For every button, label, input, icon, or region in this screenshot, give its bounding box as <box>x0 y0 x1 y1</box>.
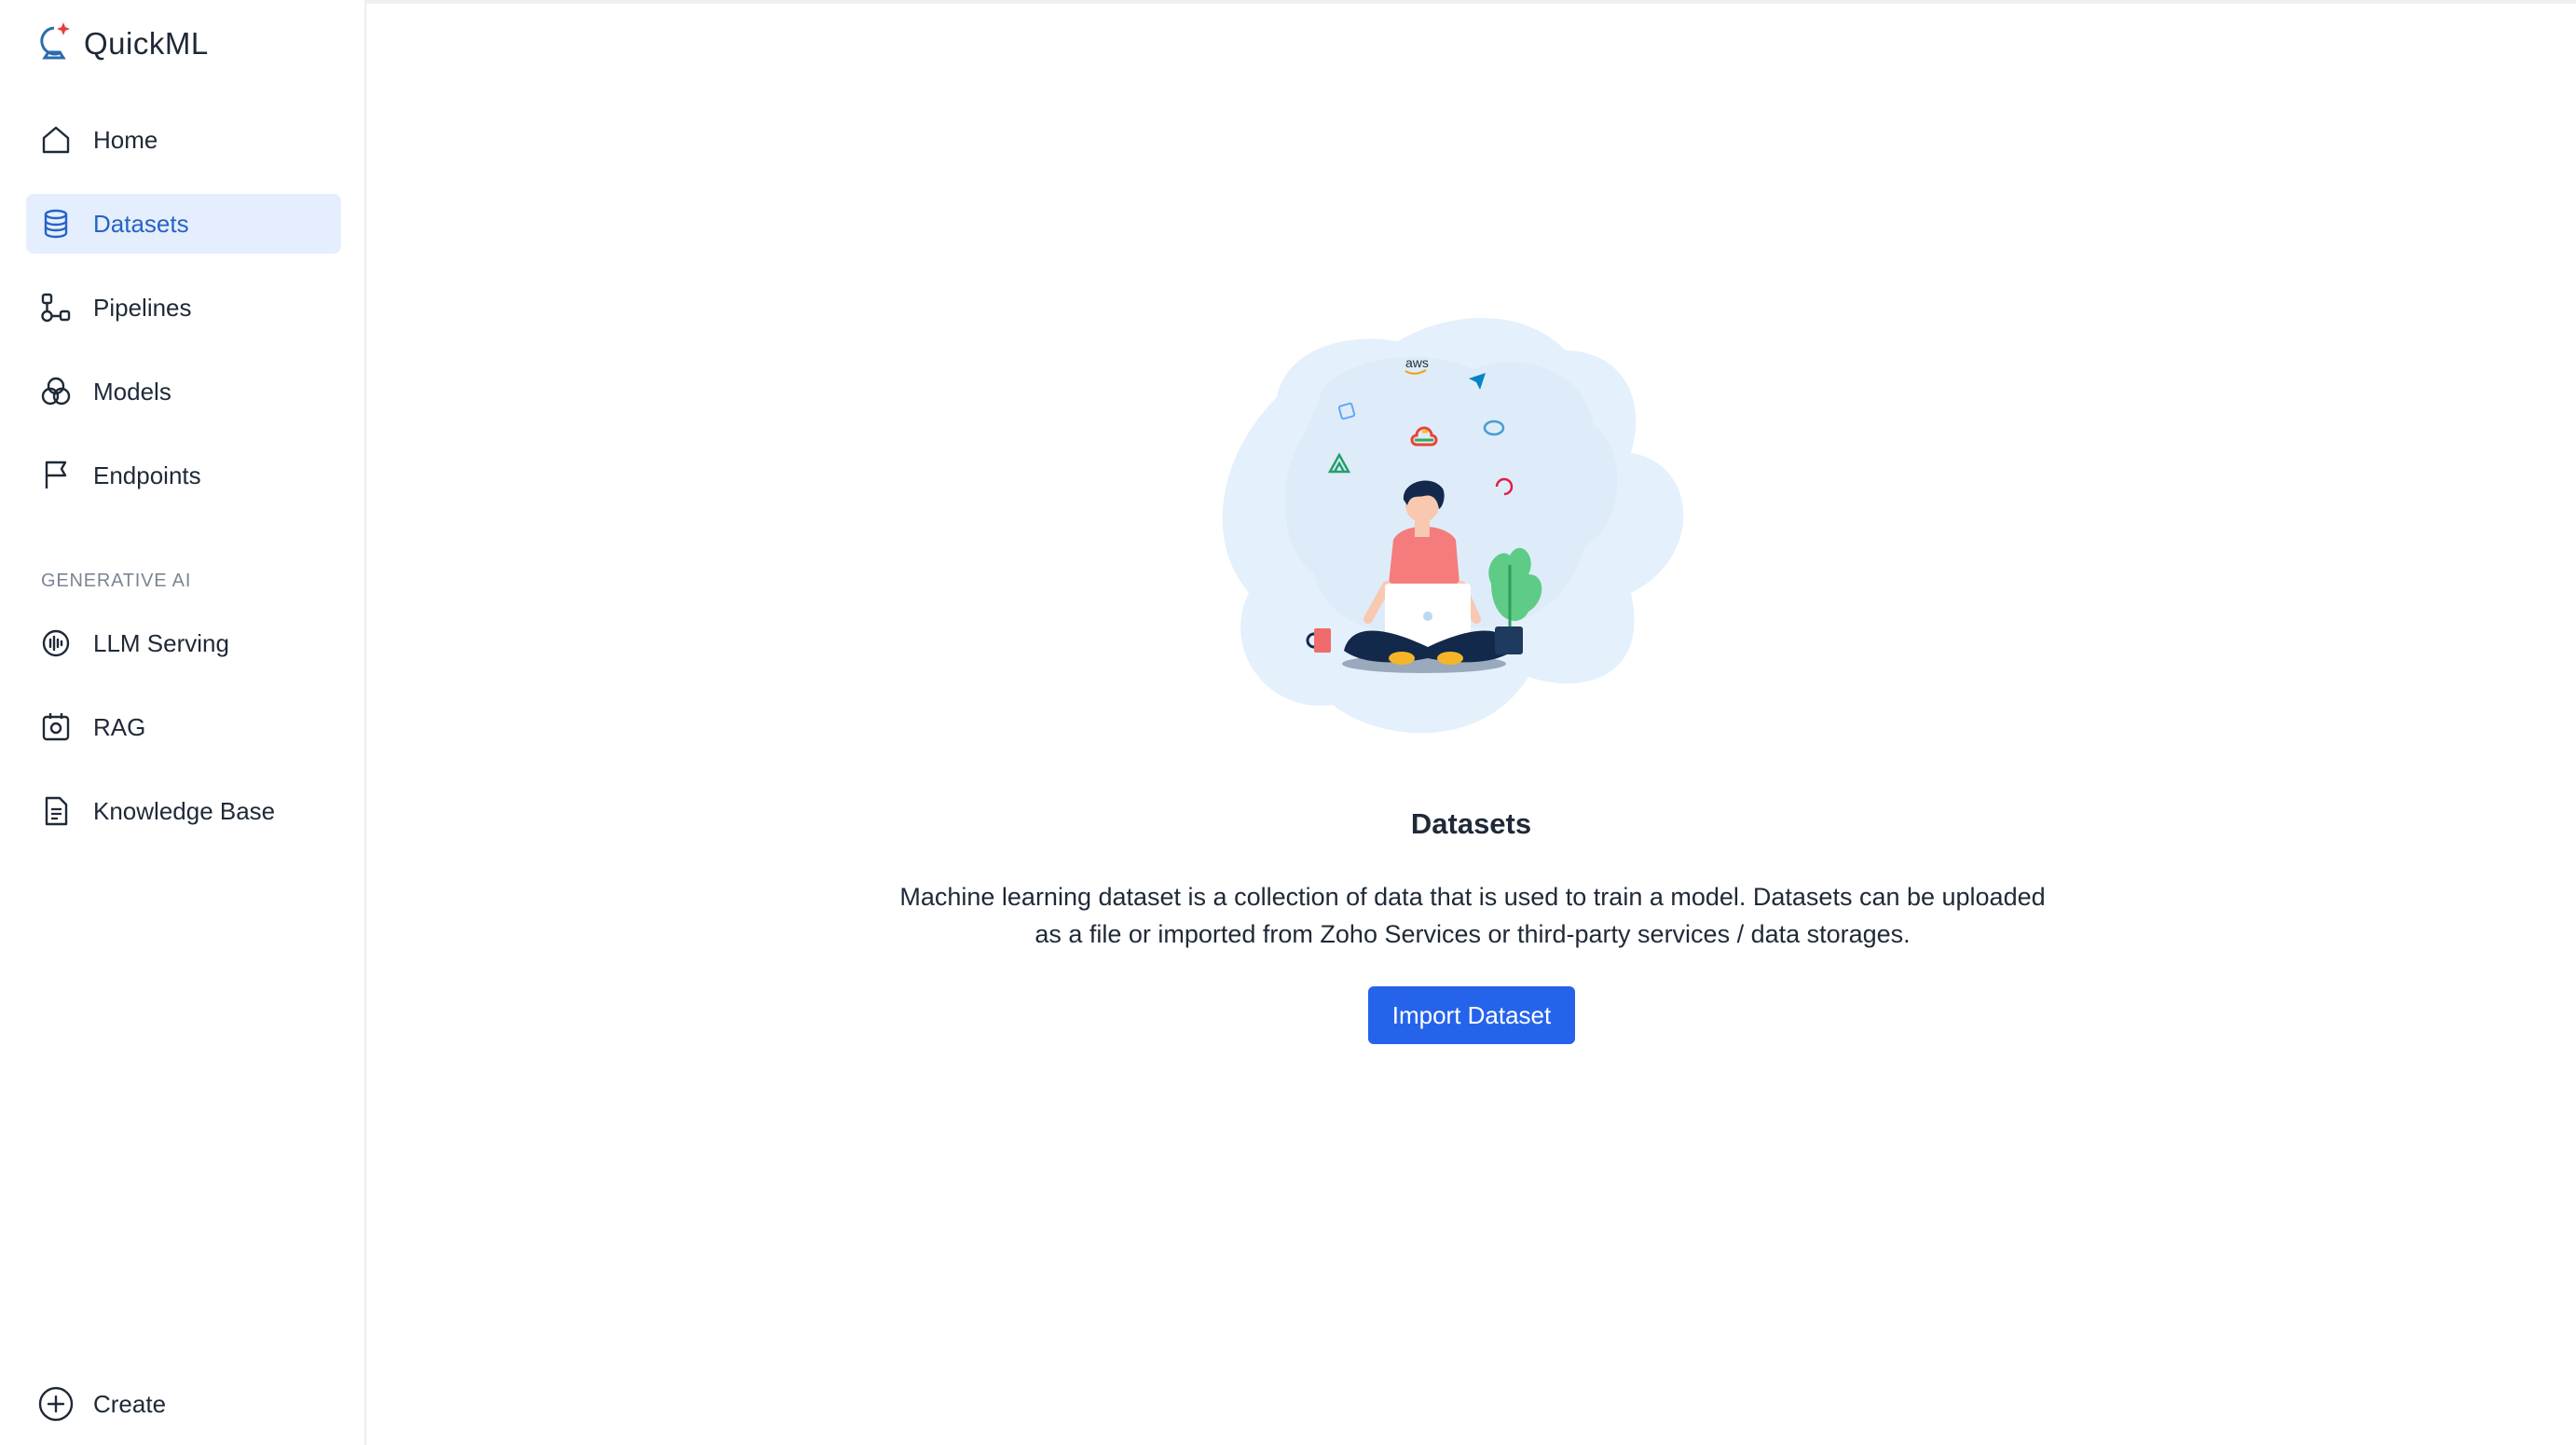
plus-circle-icon <box>38 1386 74 1422</box>
sidebar-item-pipelines[interactable]: Pipelines <box>26 278 341 337</box>
flag-icon <box>39 459 73 492</box>
sidebar-item-models[interactable]: Models <box>26 362 341 421</box>
app-name: QuickML <box>84 26 209 61</box>
top-border <box>0 0 2576 4</box>
svg-text:aws: aws <box>1405 355 1429 370</box>
sidebar-item-label: Pipelines <box>93 293 192 322</box>
sidebar-item-label: Endpoints <box>93 461 201 489</box>
sidebar-item-label: LLM Serving <box>93 628 229 657</box>
import-dataset-button[interactable]: Import Dataset <box>1368 986 1575 1044</box>
sidebar: QuickML Home Datasets Pipelines Models E… <box>0 0 366 1445</box>
quickml-logo-icon <box>40 22 70 60</box>
pipeline-icon <box>39 291 73 324</box>
empty-state-illustration: aws <box>1222 318 1684 734</box>
create-label: Create <box>93 1389 167 1418</box>
rag-icon <box>39 710 73 744</box>
empty-state-description: Machine learning dataset is a collection… <box>899 883 2046 948</box>
llm-icon <box>39 626 73 660</box>
sidebar-item-datasets[interactable]: Datasets <box>26 194 341 254</box>
home-icon <box>39 123 73 157</box>
sidebar-item-knowledge-base[interactable]: Knowledge Base <box>26 781 341 841</box>
section-label-generative-ai: GENERATIVE AI <box>41 571 192 591</box>
sidebar-item-label: Knowledge Base <box>93 796 276 825</box>
create-button[interactable]: Create <box>37 1385 166 1423</box>
sidebar-item-label: Home <box>93 125 158 154</box>
sidebar-item-llm-serving[interactable]: LLM Serving <box>26 613 341 673</box>
sidebar-item-home[interactable]: Home <box>26 110 341 170</box>
sidebar-item-endpoints[interactable]: Endpoints <box>26 446 341 505</box>
empty-state-title: Datasets <box>1410 807 1532 840</box>
app-logo[interactable]: QuickML <box>34 21 209 67</box>
sidebar-item-label: Models <box>93 377 171 406</box>
document-icon <box>39 794 73 828</box>
models-icon <box>39 375 73 408</box>
sidebar-item-label: Datasets <box>93 209 189 238</box>
sidebar-item-rag[interactable]: RAG <box>26 697 341 757</box>
sidebar-item-label: RAG <box>93 712 146 741</box>
database-icon <box>39 207 73 241</box>
